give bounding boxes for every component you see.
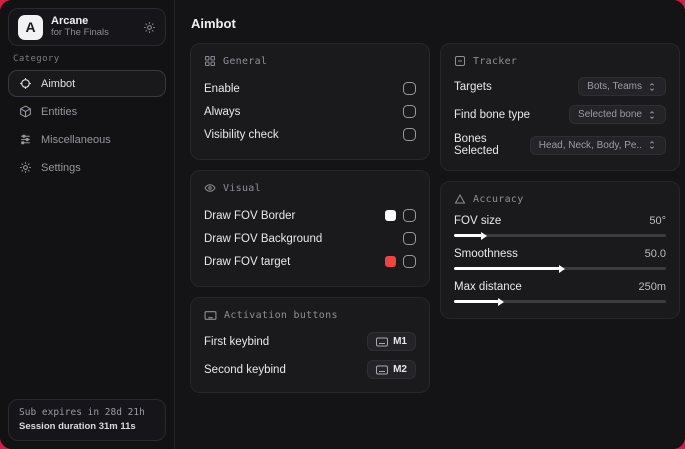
key-icon [376,365,389,375]
find-bone-type-dropdown[interactable]: Selected bone [569,105,666,124]
crosshair-icon [19,77,32,90]
setting-row-bones-selected: Bones Selected Head, Neck, Body, Pe.. [454,133,666,157]
smoothness-value: 50.0 [644,248,666,260]
keyboard-icon [204,309,217,322]
bones-selected-dropdown[interactable]: Head, Neck, Body, Pe.. [529,135,666,155]
section-title-visual: Visual [223,182,261,194]
accuracy-card: Accuracy FOV size 50° Smoothness 50.0 Ma… [440,181,680,319]
key-icon [376,337,389,347]
sidebar-item-entities[interactable]: Entities [8,98,166,125]
sidebar-item-label: Miscellaneous [41,133,111,146]
visibility-check-checkbox[interactable] [403,128,416,141]
first-keybind-button[interactable]: M1 [367,332,416,351]
app-subtitle: for The Finals [51,26,109,38]
setting-row-targets: Targets Bots, Teams [454,77,666,96]
sidebar-item-label: Settings [41,161,81,174]
setting-row-second-keybind: Second keybind M2 [204,360,416,379]
triangle-icon [454,193,466,205]
sidebar: A Arcane for The Finals Category Aimbot [0,0,175,449]
section-title-tracker: Tracker [473,55,518,67]
fov-border-color-swatch[interactable] [385,210,396,221]
slider-group-smoothness: Smoothness 50.0 [454,248,666,270]
sidebar-item-label: Aimbot [41,77,76,90]
unfold-icon [647,110,657,120]
cube-icon [19,105,32,118]
square-minus-icon [454,55,466,67]
always-checkbox[interactable] [403,105,416,118]
unfold-icon [647,82,657,92]
grid-icon [204,55,216,67]
sub-expires-text: Sub expires in 28d 21h [19,407,145,418]
section-title-accuracy: Accuracy [473,193,524,205]
max-distance-slider[interactable] [454,300,666,303]
draw-fov-target-checkbox[interactable] [403,255,416,268]
setting-row-first-keybind: First keybind M1 [204,332,416,351]
setting-row-always: Always [204,100,416,123]
sidebar-item-label: Entities [41,105,78,118]
fov-size-slider[interactable] [454,234,666,237]
general-card: General Enable Always Visibility check [190,43,430,160]
setting-row-visibility-check: Visibility check [204,123,416,146]
sidebar-item-aimbot[interactable]: Aimbot [8,70,166,97]
slider-group-max-distance: Max distance 250m [454,281,666,303]
app-title: Arcane [51,15,89,28]
desktop-background: A Arcane for The Finals Category Aimbot [0,0,685,449]
sliders-icon [19,133,32,146]
sidebar-item-settings[interactable]: Settings [8,154,166,181]
unfold-icon [647,140,657,150]
page-title: Aimbot [191,16,236,31]
setting-row-draw-fov-background: Draw FOV Background [204,227,416,250]
draw-fov-background-checkbox[interactable] [403,232,416,245]
visual-card: Visual Draw FOV Border Draw FOV Backgrou… [190,170,430,287]
max-distance-value: 250m [638,281,666,293]
setting-row-draw-fov-target: Draw FOV target [204,250,416,273]
fov-size-value: 50° [649,215,666,227]
setting-row-find-bone-type: Find bone type Selected bone [454,105,666,124]
sidebar-item-miscellaneous[interactable]: Miscellaneous [8,126,166,153]
brand-card: A Arcane for The Finals [8,8,166,46]
smoothness-slider[interactable] [454,267,666,270]
main-content: Aimbot General Enable Always Visibility … [175,0,685,449]
enable-checkbox[interactable] [403,82,416,95]
section-title-general: General [223,55,268,67]
gear-icon [19,161,32,174]
category-label: Category [13,54,60,64]
sidebar-nav: Aimbot Entities Miscellaneous Settings [0,70,174,181]
gear-icon[interactable] [143,21,156,34]
section-title-activation: Activation buttons [224,310,338,321]
activation-card: Activation buttons First keybind M1 Seco… [190,297,430,393]
targets-dropdown[interactable]: Bots, Teams [578,77,666,96]
fov-target-color-swatch[interactable] [385,256,396,267]
app-window: A Arcane for The Finals Category Aimbot [0,0,685,449]
setting-row-enable: Enable [204,77,416,100]
eye-icon [204,182,216,194]
tracker-card: Tracker Targets Bots, Teams Find bone ty… [440,43,680,171]
draw-fov-border-checkbox[interactable] [403,209,416,222]
app-logo: A [18,14,43,40]
second-keybind-button[interactable]: M2 [367,360,416,379]
subscription-card: Sub expires in 28d 21h Session duration … [8,399,166,441]
setting-row-draw-fov-border: Draw FOV Border [204,204,416,227]
slider-group-fov-size: FOV size 50° [454,215,666,237]
session-duration-text: Session duration 31m 11s [19,421,136,432]
